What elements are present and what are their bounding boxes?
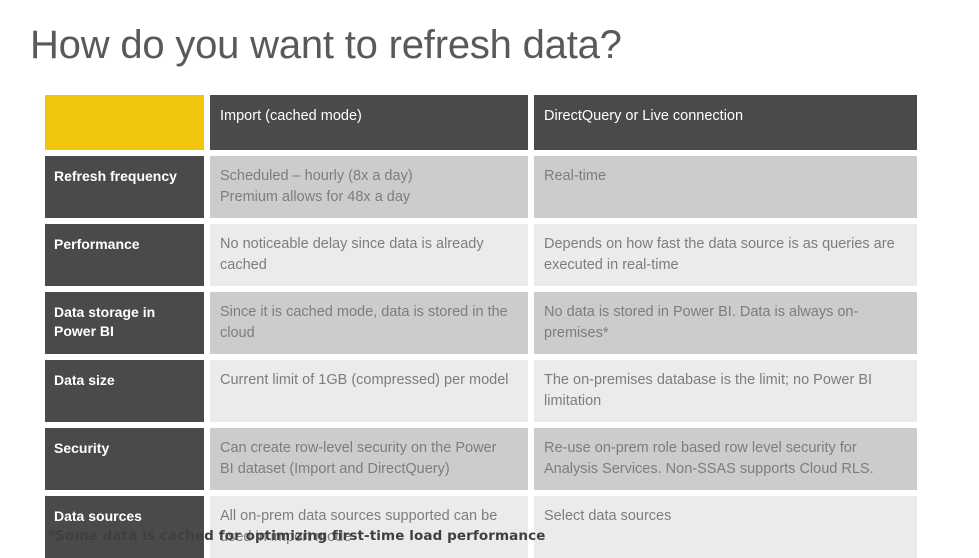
cell-directquery-security: Re-use on-prem role based row level secu… [534, 428, 917, 491]
table-header-row: Import (cached mode) DirectQuery or Live… [45, 95, 917, 150]
cell-import-refresh-frequency: Scheduled – hourly (8x a day) Premium all… [210, 156, 528, 219]
table-row: Data storage in Power BI Since it is cac… [45, 292, 917, 355]
header-directquery: DirectQuery or Live connection [534, 95, 917, 150]
cell-import-performance: No noticeable delay since data is alread… [210, 224, 528, 287]
row-label-data-size: Data size [45, 360, 204, 423]
comparison-table: Import (cached mode) DirectQuery or Live… [45, 95, 917, 558]
cell-directquery-performance: Depends on how fast the data source is a… [534, 224, 917, 287]
table-row: Performance No noticeable delay since da… [45, 224, 917, 287]
row-label-refresh-frequency: Refresh frequency [45, 156, 204, 219]
cell-directquery-data-size: The on-premises database is the limit; n… [534, 360, 917, 423]
cell-directquery-data-sources: Select data sources [534, 496, 917, 558]
table-row: Security Can create row-level security o… [45, 428, 917, 491]
header-import: Import (cached mode) [210, 95, 528, 150]
page-title: How do you want to refresh data? [30, 23, 622, 67]
cell-import-data-storage: Since it is cached mode, data is stored … [210, 292, 528, 355]
table-row: Data size Current limit of 1GB (compress… [45, 360, 917, 423]
row-label-performance: Performance [45, 224, 204, 287]
header-corner-accent [45, 95, 204, 150]
footnote: *Some data is cached for optimizing firs… [48, 528, 546, 544]
cell-import-data-size: Current limit of 1GB (compressed) per mo… [210, 360, 528, 423]
cell-directquery-data-storage: No data is stored in Power BI. Data is a… [534, 292, 917, 355]
cell-directquery-refresh-frequency: Real-time [534, 156, 917, 219]
row-label-security: Security [45, 428, 204, 491]
row-label-data-storage-in-power-bi: Data storage in Power BI [45, 292, 204, 355]
table-row: Refresh frequency Scheduled – hourly (8x… [45, 156, 917, 219]
cell-import-security: Can create row-level security on the Pow… [210, 428, 528, 491]
